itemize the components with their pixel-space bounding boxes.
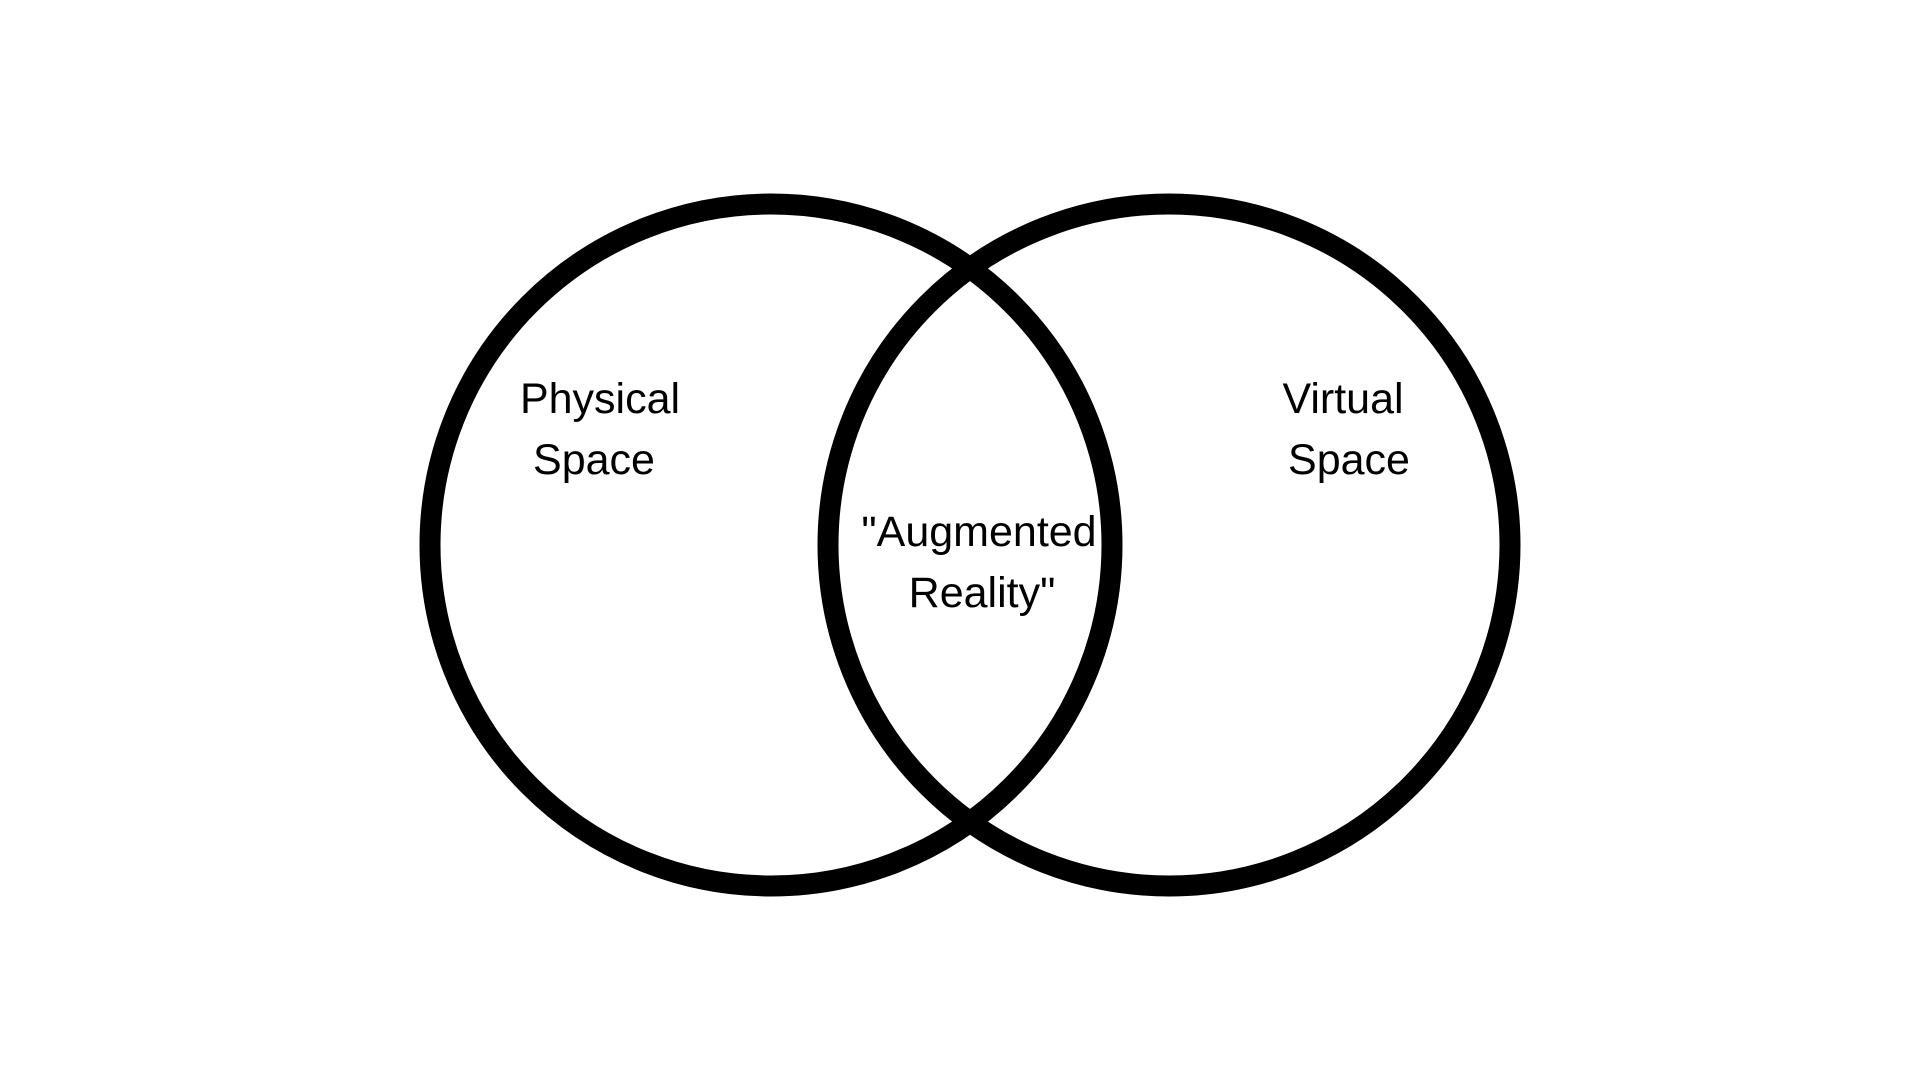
augmented-reality-label-line-2: Reality" [909,569,1056,617]
physical-space-label-line-2: Space [533,436,655,484]
virtual-space-label-line-1: Virtual [1282,375,1403,423]
physical-space-label-line-1: Physical [520,375,680,423]
augmented-reality-label-line-1: "Augmented [861,508,1096,556]
virtual-space-label-line-2: Space [1288,436,1410,484]
venn-diagram: Physical Space Virtual Space "Augmented … [0,0,1920,1080]
